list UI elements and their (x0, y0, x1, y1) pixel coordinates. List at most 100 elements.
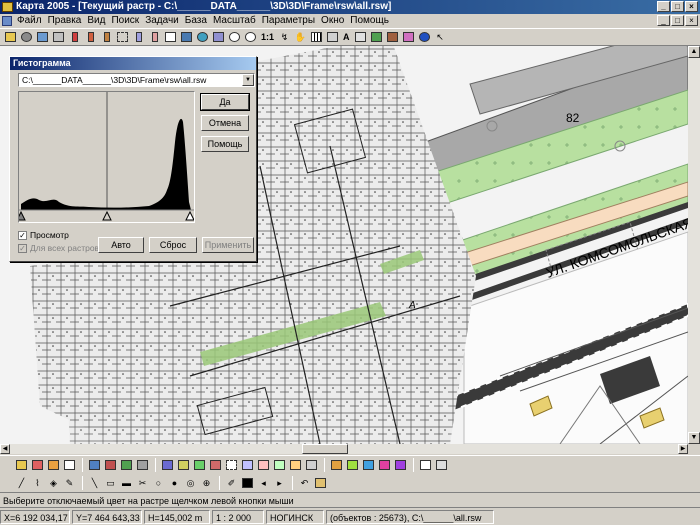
zoom-out-icon[interactable] (243, 30, 258, 45)
open-icon[interactable] (3, 30, 18, 45)
list-icon[interactable] (163, 30, 178, 45)
reset-button[interactable]: Сброс (149, 237, 197, 253)
export-icon[interactable] (369, 30, 384, 45)
info-icon[interactable] (417, 30, 432, 45)
black-point-marker[interactable] (16, 210, 26, 221)
polyline-tool-icon[interactable]: ⌇ (30, 476, 45, 491)
document-icon[interactable] (2, 16, 12, 26)
filled-circle-icon[interactable]: ● (167, 476, 182, 491)
graphic-1-icon[interactable] (329, 458, 344, 473)
hand-icon[interactable]: ✋ (293, 30, 308, 45)
scroll-right-icon[interactable]: ▶ (678, 444, 688, 454)
preview-checkbox[interactable]: ✓ Просмотр (18, 230, 69, 240)
histogram-chart[interactable] (16, 91, 195, 223)
menu-search[interactable]: Поиск (108, 14, 142, 28)
select-all-icon[interactable] (131, 30, 146, 45)
menu-scale[interactable]: Масштаб (210, 14, 259, 28)
menu-tasks[interactable]: Задачи (142, 14, 182, 28)
whats-this-icon[interactable]: ↖ (433, 30, 448, 45)
circle-icon[interactable]: ○ (151, 476, 166, 491)
rectangle-icon[interactable]: ▭ (103, 476, 118, 491)
print-preview-icon[interactable] (353, 30, 368, 45)
ring-icon[interactable]: ◎ (183, 476, 198, 491)
scroll-down-icon[interactable]: ▼ (688, 432, 700, 444)
menu-edit[interactable]: Правка (45, 14, 85, 28)
grid-snap-icon[interactable] (434, 458, 449, 473)
tools-icon[interactable] (385, 30, 400, 45)
scroll-left-icon[interactable]: ◀ (0, 444, 10, 454)
chevron-down-icon[interactable]: ▼ (242, 74, 254, 86)
horizontal-scroll-thumb[interactable] (302, 444, 348, 454)
line-tool-icon[interactable]: ╱ (14, 476, 29, 491)
white-point-marker[interactable] (185, 210, 195, 221)
menu-parameters[interactable]: Параметры (259, 14, 318, 28)
pencil-icon[interactable]: ✎ (62, 476, 77, 491)
settings-icon[interactable] (19, 30, 34, 45)
close-button[interactable]: × (685, 1, 698, 12)
select-area-icon[interactable] (83, 30, 98, 45)
select-tool-icon[interactable] (67, 30, 82, 45)
graphic-5-icon[interactable] (393, 458, 408, 473)
select-frame-icon[interactable] (115, 30, 130, 45)
help-button[interactable]: Помощь (201, 136, 249, 152)
find-object-icon[interactable] (62, 458, 77, 473)
menu-database[interactable]: База (182, 14, 210, 28)
minimize-button[interactable]: _ (657, 1, 670, 12)
undo-icon[interactable]: ↶ (297, 476, 312, 491)
mdi-minimize-button[interactable]: _ (657, 15, 670, 26)
paint-bucket-icon[interactable]: ◈ (46, 476, 61, 491)
merge-icon[interactable] (240, 458, 255, 473)
add-point-icon[interactable] (192, 458, 207, 473)
delete-object-icon[interactable] (30, 458, 45, 473)
maximize-button[interactable]: □ (671, 1, 684, 12)
select-object-icon[interactable] (99, 30, 114, 45)
scroll-up-icon[interactable]: ▲ (688, 46, 700, 58)
trim-icon[interactable] (288, 458, 303, 473)
mdi-close-button[interactable]: × (685, 15, 698, 26)
graphic-4-icon[interactable] (377, 458, 392, 473)
mdi-restore-button[interactable]: □ (671, 15, 684, 26)
brush-icon[interactable]: ✐ (224, 476, 239, 491)
menu-window[interactable]: Окно (318, 14, 347, 28)
layers-icon[interactable] (35, 30, 50, 45)
all-rasters-checkbox[interactable]: ✓ Для всех растров (18, 243, 99, 253)
ok-button[interactable]: Да (200, 93, 250, 111)
layer-4-icon[interactable] (135, 458, 150, 473)
cancel-button[interactable]: Отмена (201, 115, 249, 131)
coordinates-icon[interactable] (325, 30, 340, 45)
copy-object-icon[interactable] (46, 458, 61, 473)
filled-rectangle-icon[interactable]: ▬ (119, 476, 134, 491)
print-icon[interactable] (51, 30, 66, 45)
split-icon[interactable] (224, 458, 239, 473)
layer-2-icon[interactable] (103, 458, 118, 473)
remove-point-icon[interactable] (208, 458, 223, 473)
graphic-3-icon[interactable] (361, 458, 376, 473)
layer-3-icon[interactable] (119, 458, 134, 473)
erase-icon[interactable] (401, 30, 416, 45)
target-icon[interactable]: ⊕ (199, 476, 214, 491)
all-rasters-checkbox-box[interactable]: ✓ (18, 243, 27, 253)
measure-icon[interactable]: ↯ (277, 30, 292, 45)
edit-point-icon[interactable] (160, 458, 175, 473)
text-tool-button[interactable]: A (341, 30, 352, 45)
object-info-icon[interactable] (179, 30, 194, 45)
move-point-icon[interactable] (176, 458, 191, 473)
preview-checkbox-box[interactable]: ✓ (18, 230, 27, 240)
globe-icon[interactable] (195, 30, 210, 45)
grid-icon[interactable] (309, 30, 324, 45)
zoom-1-1-button[interactable]: 1:1 (259, 30, 276, 45)
straight-line-icon[interactable]: ╲ (87, 476, 102, 491)
menu-file[interactable]: Файл (14, 14, 45, 28)
zoom-in-icon[interactable] (227, 30, 242, 45)
vertical-scrollbar[interactable]: ▲ ▼ (688, 46, 700, 444)
apply-button[interactable]: Применить (202, 237, 254, 253)
layer-icon[interactable] (87, 458, 102, 473)
rotate-icon[interactable] (256, 458, 271, 473)
deselect-icon[interactable] (147, 30, 162, 45)
semantics-icon[interactable] (418, 458, 433, 473)
raster-tools-icon[interactable] (313, 476, 328, 491)
menu-view[interactable]: Вид (84, 14, 108, 28)
cut-icon[interactable]: ✂ (135, 476, 150, 491)
mirror-icon[interactable] (272, 458, 287, 473)
next-icon[interactable]: ▸ (272, 476, 287, 491)
